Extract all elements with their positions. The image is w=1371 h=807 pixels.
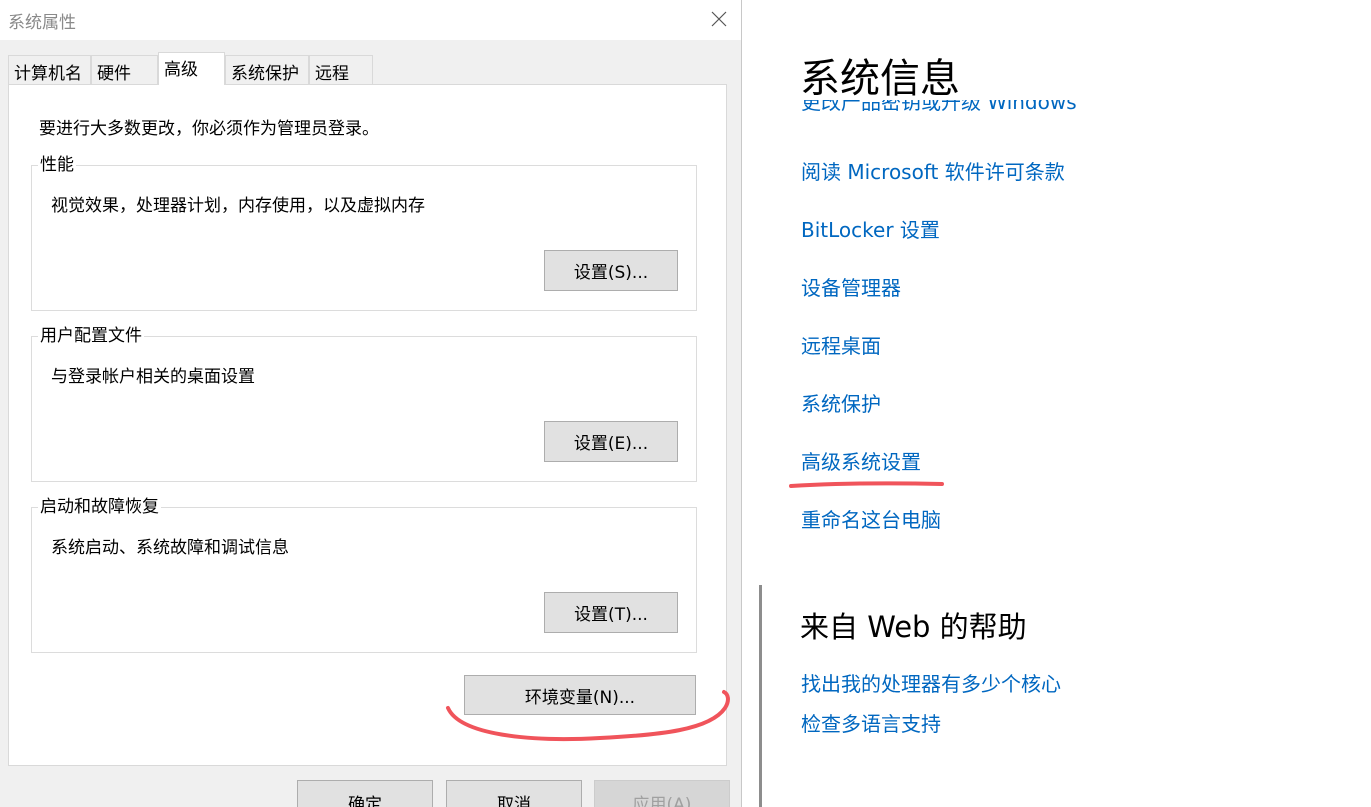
ok-button[interactable]: 确定	[297, 780, 433, 807]
user-profiles-group: 用户配置文件 与登录帐户相关的桌面设置 设置(E)...	[31, 326, 697, 482]
admin-note: 要进行大多数更改，你必须作为管理员登录。	[39, 119, 379, 139]
tab-system-protection[interactable]: 系统保护	[225, 55, 309, 84]
tab-advanced[interactable]: 高级	[158, 52, 225, 85]
link-clip-container: 更改产品密钥或升级 Windows	[801, 100, 1201, 122]
title-bar: 系统属性	[0, 0, 741, 40]
close-icon	[711, 11, 727, 27]
user-profiles-description: 与登录帐户相关的桌面设置	[51, 367, 255, 387]
performance-group-title: 性能	[38, 155, 76, 175]
link-multilanguage-support[interactable]: 检查多语言支持	[801, 708, 941, 737]
environment-variables-button[interactable]: 环境变量(N)...	[464, 675, 696, 715]
advanced-tab-panel: 要进行大多数更改，你必须作为管理员登录。 性能 视觉效果，处理器计划，内存使用，…	[8, 84, 727, 766]
dialog-title: 系统属性	[8, 13, 76, 33]
startup-recovery-description: 系统启动、系统故障和调试信息	[51, 538, 289, 558]
close-button[interactable]	[700, 0, 738, 38]
system-properties-dialog: 系统属性 计算机名 硬件 高级 系统保护 远程 要进行大多数更改，你必须作为管理…	[0, 0, 742, 807]
link-processor-cores[interactable]: 找出我的处理器有多少个核心	[801, 668, 1061, 697]
tab-hardware[interactable]: 硬件	[91, 55, 158, 84]
performance-description: 视觉效果，处理器计划，内存使用，以及虚拟内存	[51, 196, 425, 216]
startup-recovery-group: 启动和故障恢复 系统启动、系统故障和调试信息 设置(T)...	[31, 497, 697, 653]
performance-settings-button[interactable]: 设置(S)...	[544, 250, 678, 291]
link-remote-desktop[interactable]: 远程桌面	[801, 330, 881, 359]
page-title: 系统信息	[800, 56, 960, 102]
annotation-underline-advanced	[789, 481, 944, 488]
link-change-product-key[interactable]: 更改产品密钥或升级 Windows	[801, 100, 1077, 115]
startup-recovery-settings-button[interactable]: 设置(T)...	[544, 592, 678, 633]
scrollbar[interactable]	[759, 585, 762, 807]
cancel-button[interactable]: 取消	[446, 780, 582, 807]
link-license-terms[interactable]: 阅读 Microsoft 软件许可条款	[801, 156, 1065, 185]
link-system-protection[interactable]: 系统保护	[801, 388, 881, 417]
link-advanced-system-settings[interactable]: 高级系统设置	[801, 446, 921, 475]
tab-remote[interactable]: 远程	[309, 55, 373, 84]
performance-group: 性能 视觉效果，处理器计划，内存使用，以及虚拟内存 设置(S)...	[31, 155, 697, 311]
link-rename-pc[interactable]: 重命名这台电脑	[801, 504, 941, 533]
user-profiles-group-title: 用户配置文件	[38, 326, 144, 346]
startup-recovery-group-title: 启动和故障恢复	[38, 497, 161, 517]
web-help-title: 来自 Web 的帮助	[800, 610, 1027, 644]
link-bitlocker[interactable]: BitLocker 设置	[801, 214, 940, 243]
apply-button[interactable]: 应用(A)	[594, 780, 730, 807]
link-device-manager[interactable]: 设备管理器	[801, 272, 901, 301]
tab-computer-name[interactable]: 计算机名	[8, 55, 91, 84]
user-profiles-settings-button[interactable]: 设置(E)...	[544, 421, 678, 462]
